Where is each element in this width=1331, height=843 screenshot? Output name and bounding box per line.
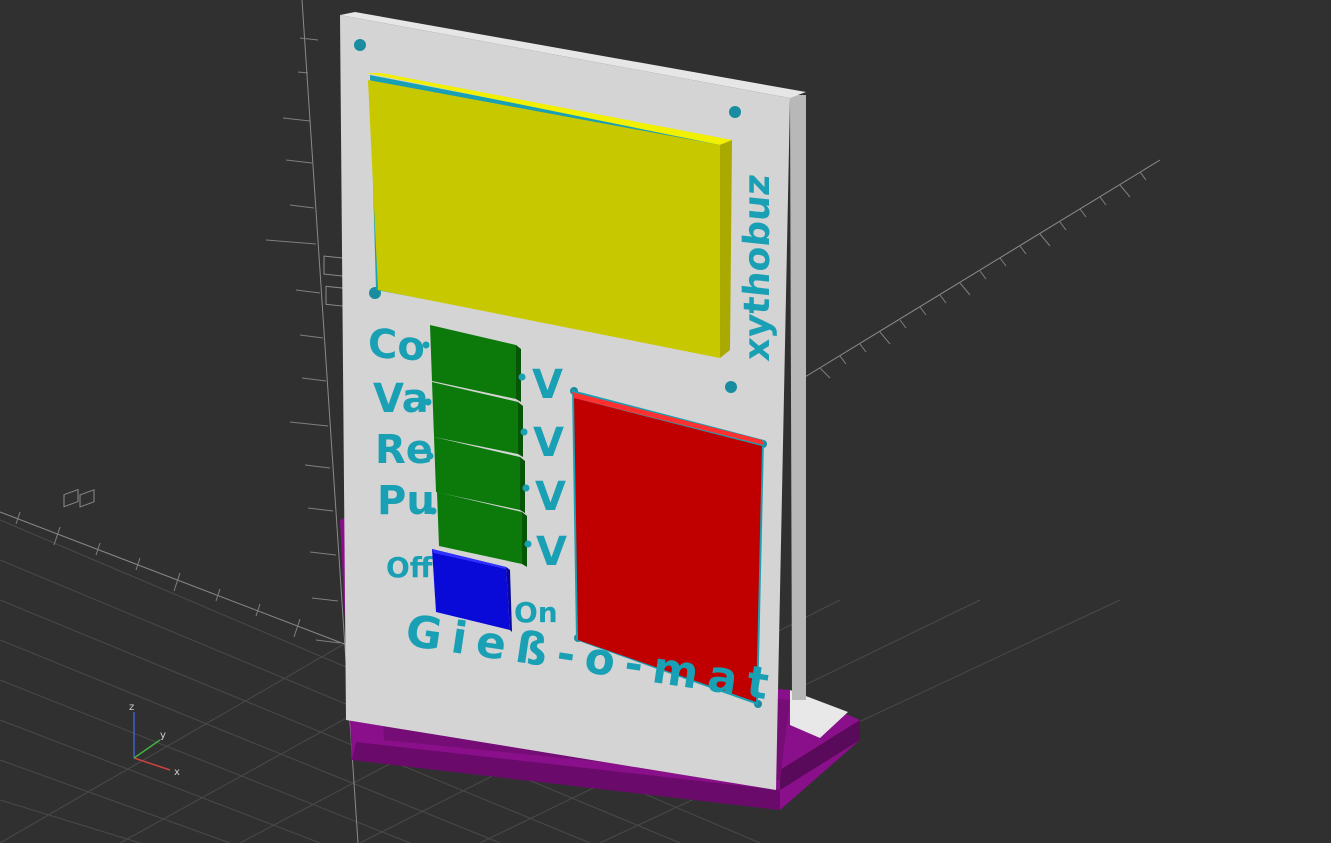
axis-gizmo: z x y: [129, 702, 180, 778]
channel-label: Pu: [377, 478, 435, 524]
channel-label: Re: [375, 427, 433, 473]
gizmo-x-label: x: [174, 767, 180, 778]
front-panel: xythobuz Co V Va V Re V Pu V Off On Gieß…: [340, 12, 806, 790]
gizmo-x-axis: [133, 757, 171, 771]
channel-suffix: V: [533, 420, 564, 466]
x-axis-ticks: [819, 171, 1147, 379]
power-off-label: Off: [386, 551, 433, 584]
channel-suffix: V: [536, 529, 567, 575]
channel-suffix: V: [535, 474, 566, 520]
3d-viewport[interactable]: xythobuz Co V Va V Re V Pu V Off On Gieß…: [0, 0, 1331, 843]
gizmo-y-axis: [133, 739, 161, 759]
gizmo-z-label: z: [129, 702, 134, 713]
channel-suffix: V: [532, 362, 563, 408]
z-axis-ticks: [265, 37, 341, 644]
channel-label: Co: [368, 321, 425, 371]
brand-label: xythobuz: [736, 172, 778, 363]
channel-label: Va: [373, 376, 429, 422]
gizmo-y-label: y: [160, 730, 166, 741]
y-axis-ticks: [15, 511, 301, 638]
scene-svg[interactable]: xythobuz Co V Va V Re V Pu V Off On Gieß…: [0, 0, 1331, 843]
